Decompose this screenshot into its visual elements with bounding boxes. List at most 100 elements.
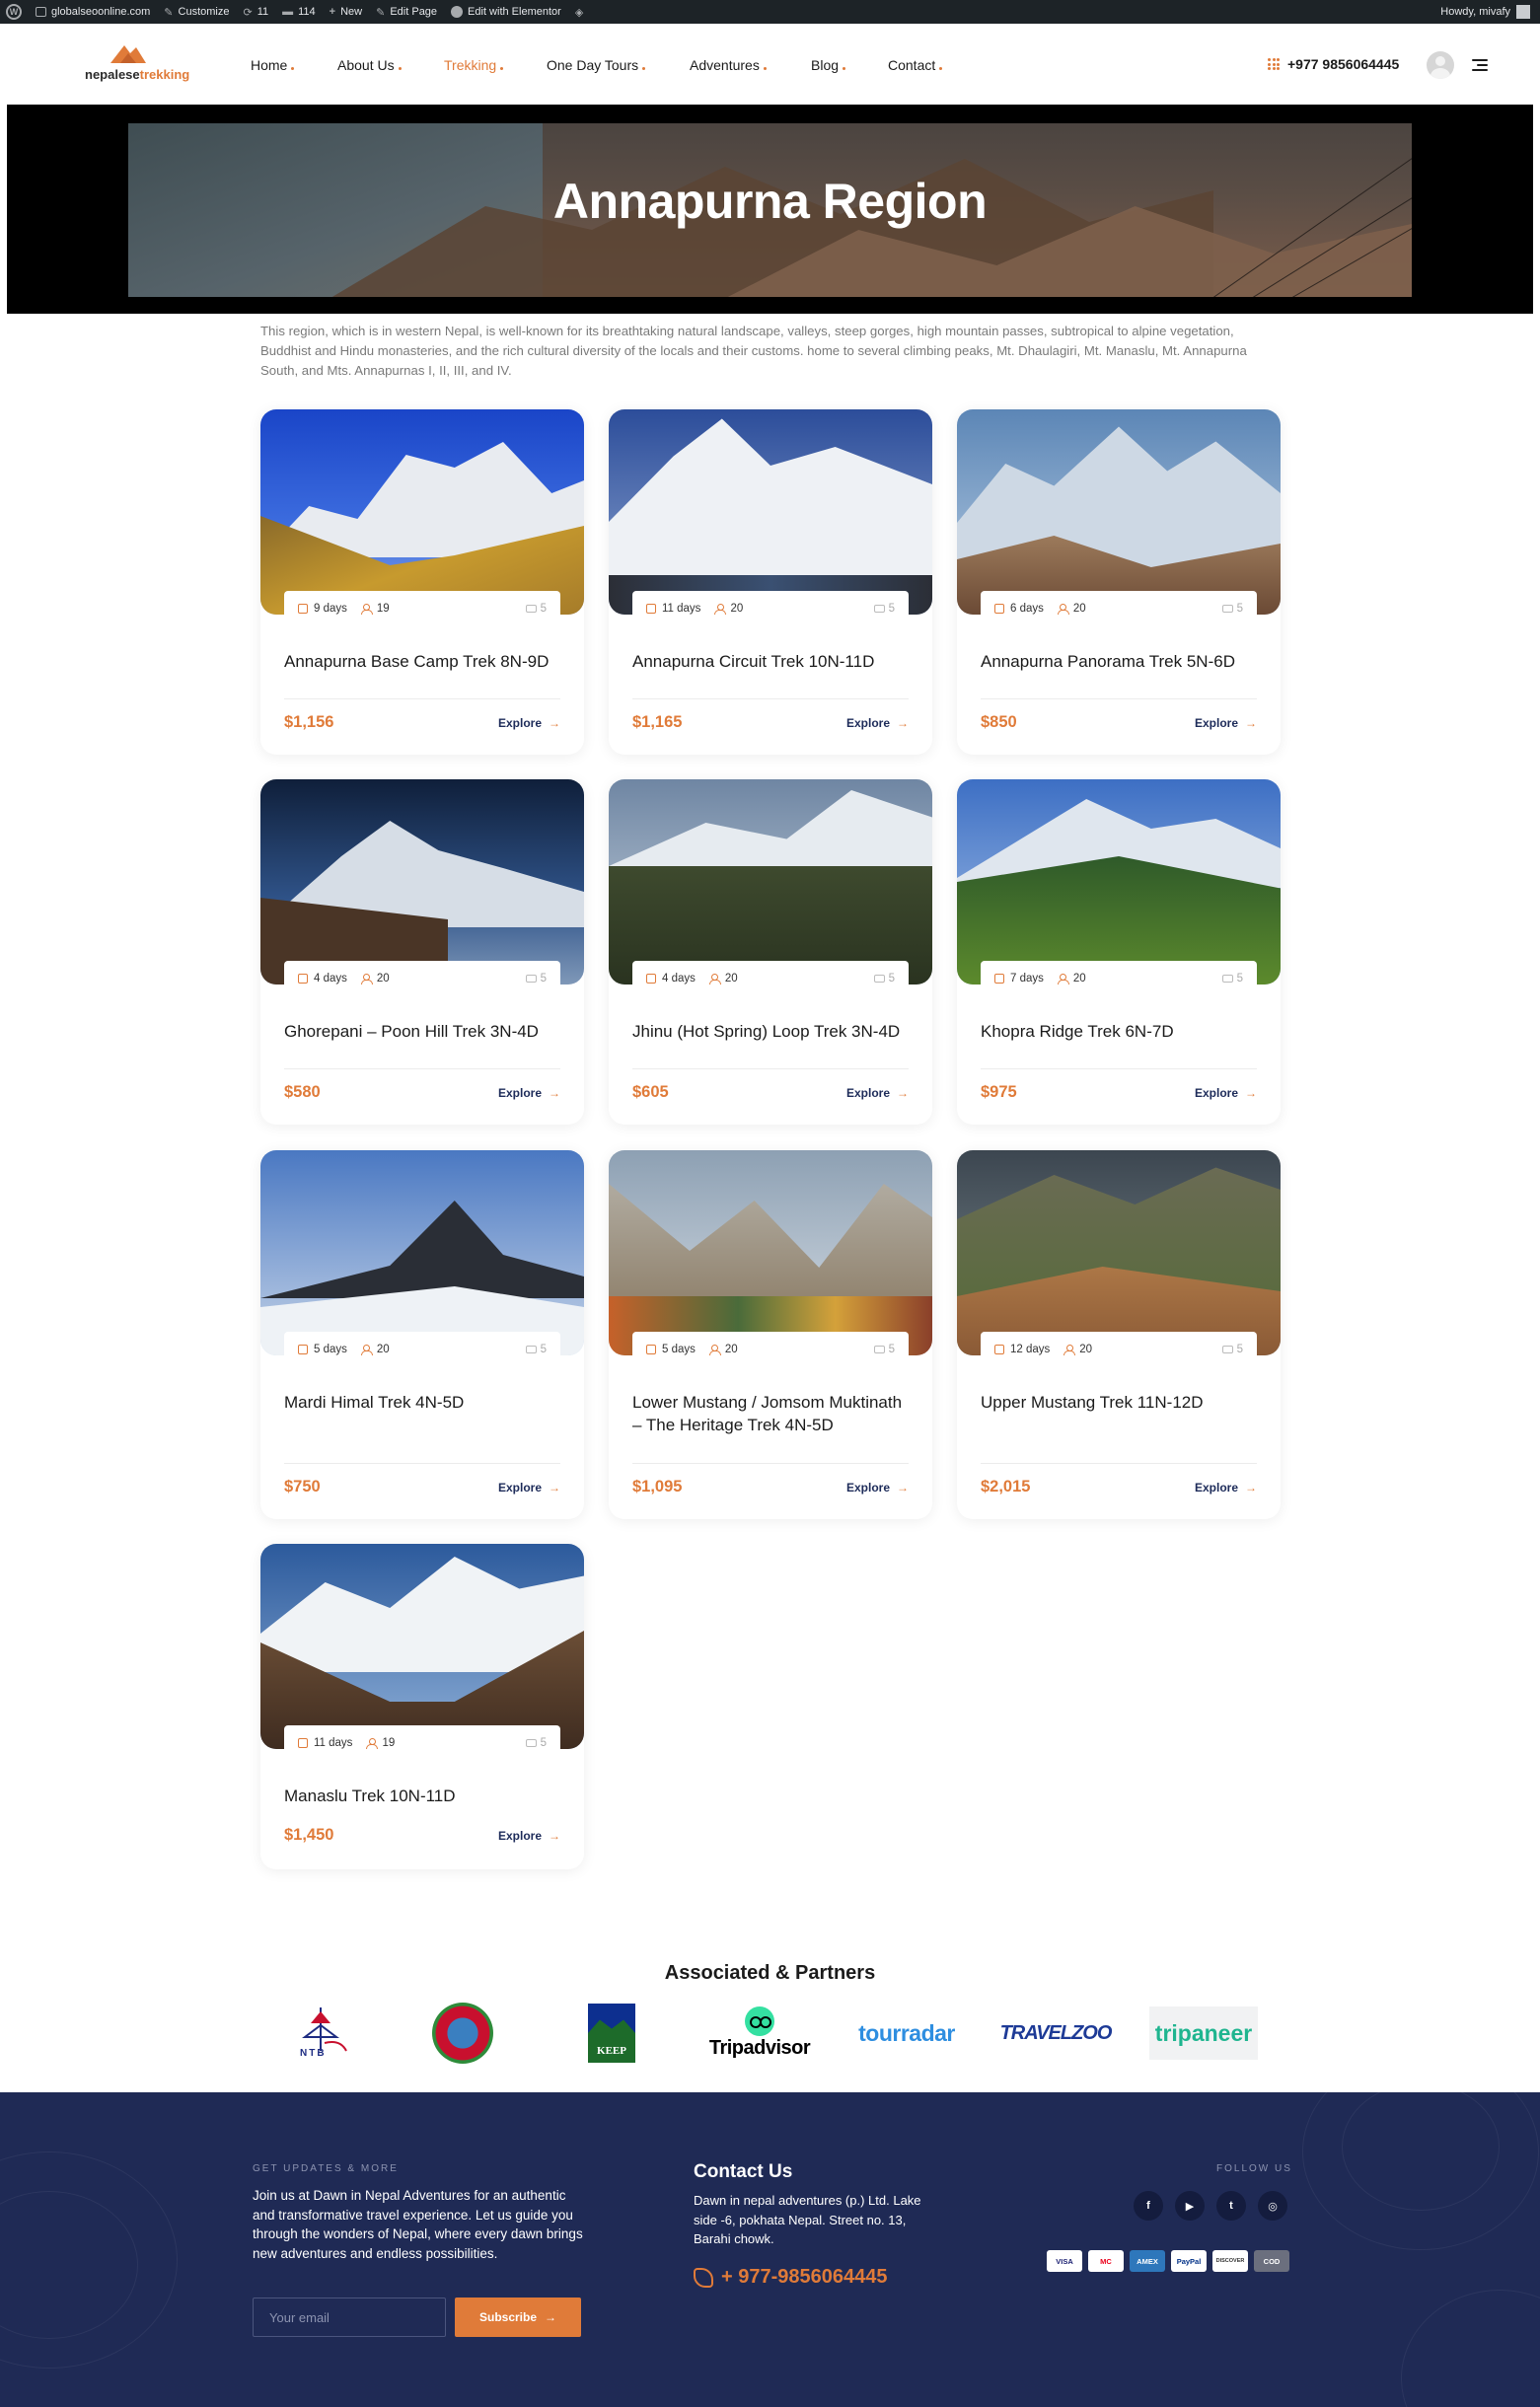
tour-image[interactable]	[260, 1150, 584, 1355]
header-phone[interactable]: +977 9856064445	[1268, 56, 1399, 72]
email-input[interactable]	[253, 2298, 446, 2337]
adminbar-customize[interactable]: ✎ Customize	[164, 6, 229, 19]
visa-icon: VISA	[1047, 2250, 1082, 2272]
tour-card[interactable]: 11 days 19 5 Manaslu Trek 10N-11D $1,450…	[260, 1544, 584, 1869]
nav-home[interactable]: Home	[251, 57, 337, 73]
adminbar-new[interactable]: + New	[330, 6, 362, 18]
divider	[284, 1068, 560, 1069]
partner-tourradar-logo[interactable]: tourradar	[850, 2004, 963, 2063]
user-icon	[1057, 974, 1069, 985]
nav-contact-label: Contact	[888, 57, 936, 73]
adminbar-edit-page-label: Edit Page	[390, 6, 438, 18]
explore-link[interactable]: Explore →	[1195, 1086, 1257, 1100]
instagram-icon[interactable]: ◎	[1258, 2191, 1287, 2221]
tour-title[interactable]: Manaslu Trek 10N-11D	[284, 1785, 560, 1807]
diamond-icon: ◈	[574, 6, 584, 19]
logo-mountain-icon	[110, 45, 146, 63]
explore-link[interactable]: Explore →	[1195, 1481, 1257, 1495]
tour-card[interactable]: 4 days 20 5 Ghorepani – Poon Hill Trek 3…	[260, 779, 584, 1125]
tour-card[interactable]: 4 days 20 5 Jhinu (Hot Spring) Loop Trek…	[609, 779, 932, 1125]
photo-count: 5	[873, 603, 895, 615]
tour-title[interactable]: Annapurna Base Camp Trek 8N-9D	[284, 650, 560, 673]
tour-image[interactable]	[609, 1150, 932, 1355]
twitter-icon[interactable]: t	[1216, 2191, 1246, 2221]
explore-link[interactable]: Explore →	[498, 1829, 560, 1843]
partner-keep-logo[interactable]: KEEP	[588, 2004, 635, 2063]
explore-label: Explore	[497, 716, 542, 730]
tour-image[interactable]	[957, 1150, 1281, 1355]
explore-link[interactable]: Explore →	[498, 716, 560, 730]
tour-image[interactable]	[609, 779, 932, 985]
tour-group-size: 20	[376, 1344, 390, 1355]
explore-link[interactable]: Explore →	[846, 1086, 909, 1100]
footer-phone[interactable]: + 977-9856064445	[694, 2266, 888, 2289]
tour-title[interactable]: Upper Mustang Trek 11N-12D	[981, 1391, 1257, 1414]
tour-image[interactable]	[957, 779, 1281, 985]
user-avatar[interactable]	[1427, 51, 1454, 79]
youtube-icon[interactable]: ▶	[1175, 2191, 1205, 2221]
adminbar-comments[interactable]: ▬ 114	[282, 6, 316, 18]
menu-icon[interactable]	[1472, 59, 1488, 71]
wp-logo-menu[interactable]: W	[6, 4, 22, 20]
tour-photo-count: 5	[1236, 603, 1243, 615]
subscribe-label: Subscribe	[478, 2310, 538, 2324]
payment-methods: VISA MC AMEX PayPal DISCOVER COD	[1047, 2250, 1289, 2272]
tour-card[interactable]: 12 days 20 5 Upper Mustang Trek 11N-12D …	[957, 1150, 1281, 1519]
adminbar-elementor[interactable]: Edit with Elementor	[451, 6, 561, 18]
tour-photo-count: 5	[1236, 1344, 1243, 1355]
photo-count: 5	[873, 1344, 895, 1355]
tour-title[interactable]: Jhinu (Hot Spring) Loop Trek 3N-4D	[632, 1020, 909, 1043]
explore-link[interactable]: Explore →	[1195, 716, 1257, 730]
tour-image[interactable]	[260, 779, 584, 985]
nav-contact[interactable]: Contact	[888, 57, 967, 73]
explore-link[interactable]: Explore →	[846, 716, 909, 730]
tour-title[interactable]: Annapurna Panorama Trek 5N-6D	[981, 650, 1257, 673]
partner-ntb-logo[interactable]: NTB	[290, 2004, 351, 2063]
tour-title[interactable]: Khopra Ridge Trek 6N-7D	[981, 1020, 1257, 1043]
nav-blog[interactable]: Blog	[811, 57, 888, 73]
partner-travelzoo-logo[interactable]: TRAVELZOO	[1000, 2004, 1113, 2063]
partner-nepal-gov-logo[interactable]	[432, 2003, 493, 2064]
adminbar-edit-page[interactable]: ✎ Edit Page	[376, 6, 437, 19]
partner-tripaneer-logo[interactable]: tripaneer	[1149, 2006, 1258, 2060]
tour-title[interactable]: Annapurna Circuit Trek 10N-11D	[632, 650, 909, 673]
tour-card[interactable]: 7 days 20 5 Khopra Ridge Trek 6N-7D $975…	[957, 779, 1281, 1125]
tour-card[interactable]: 6 days 20 5 Annapurna Panorama Trek 5N-6…	[957, 409, 1281, 755]
adminbar-site-link[interactable]: globalseoonline.com	[36, 6, 150, 18]
tripadvisor-text: Tripadvisor	[708, 2037, 811, 2059]
adminbar-account[interactable]: Howdy, mivafy	[1440, 5, 1530, 19]
adminbar-updates[interactable]: ⟳ 11	[243, 6, 268, 19]
tour-card[interactable]: 5 days 20 5 Mardi Himal Trek 4N-5D $750 …	[260, 1150, 584, 1519]
tour-card[interactable]: 11 days 20 5 Annapurna Circuit Trek 10N-…	[609, 409, 932, 755]
facebook-icon[interactable]: f	[1134, 2191, 1163, 2221]
nav-adventures[interactable]: Adventures	[690, 57, 811, 73]
hero-banner: Annapurna Region	[128, 123, 1412, 297]
tour-image[interactable]	[260, 409, 584, 615]
tour-group-size: 20	[724, 973, 738, 985]
tour-image[interactable]	[609, 409, 932, 615]
tour-card[interactable]: 5 days 20 5 Lower Mustang / Jomsom Mukti…	[609, 1150, 932, 1519]
explore-link[interactable]: Explore →	[498, 1481, 560, 1495]
tour-duration: 9 days	[314, 603, 347, 615]
tour-photo-count: 5	[540, 973, 547, 985]
site-logo[interactable]: nepalesetrekking	[85, 41, 193, 87]
nav-one-day-tours[interactable]: One Day Tours	[547, 57, 690, 73]
tour-image[interactable]	[260, 1544, 584, 1749]
tour-image[interactable]	[957, 409, 1281, 615]
tour-card[interactable]: 9 days 19 5 Annapurna Base Camp Trek 8N-…	[260, 409, 584, 755]
partner-tripadvisor-logo[interactable]: Tripadvisor	[703, 2004, 816, 2063]
subscribe-button[interactable]: Subscribe →	[455, 2298, 581, 2337]
divider	[981, 698, 1257, 699]
cod-icon: COD	[1254, 2250, 1289, 2272]
nav-about-us[interactable]: About Us	[337, 57, 444, 73]
tour-title[interactable]: Lower Mustang / Jomsom Muktinath – The H…	[632, 1391, 909, 1436]
explore-link[interactable]: Explore →	[498, 1086, 560, 1100]
nav-trekking[interactable]: Trekking	[444, 57, 547, 73]
comment-icon: ▬	[282, 6, 294, 18]
tour-title[interactable]: Mardi Himal Trek 4N-5D	[284, 1391, 560, 1414]
explore-label: Explore	[497, 1086, 542, 1100]
adminbar-customize-label: Customize	[178, 6, 230, 18]
adminbar-diamond[interactable]: ◈	[575, 6, 583, 19]
tour-title[interactable]: Ghorepani – Poon Hill Trek 3N-4D	[284, 1020, 560, 1043]
explore-link[interactable]: Explore →	[846, 1481, 909, 1495]
